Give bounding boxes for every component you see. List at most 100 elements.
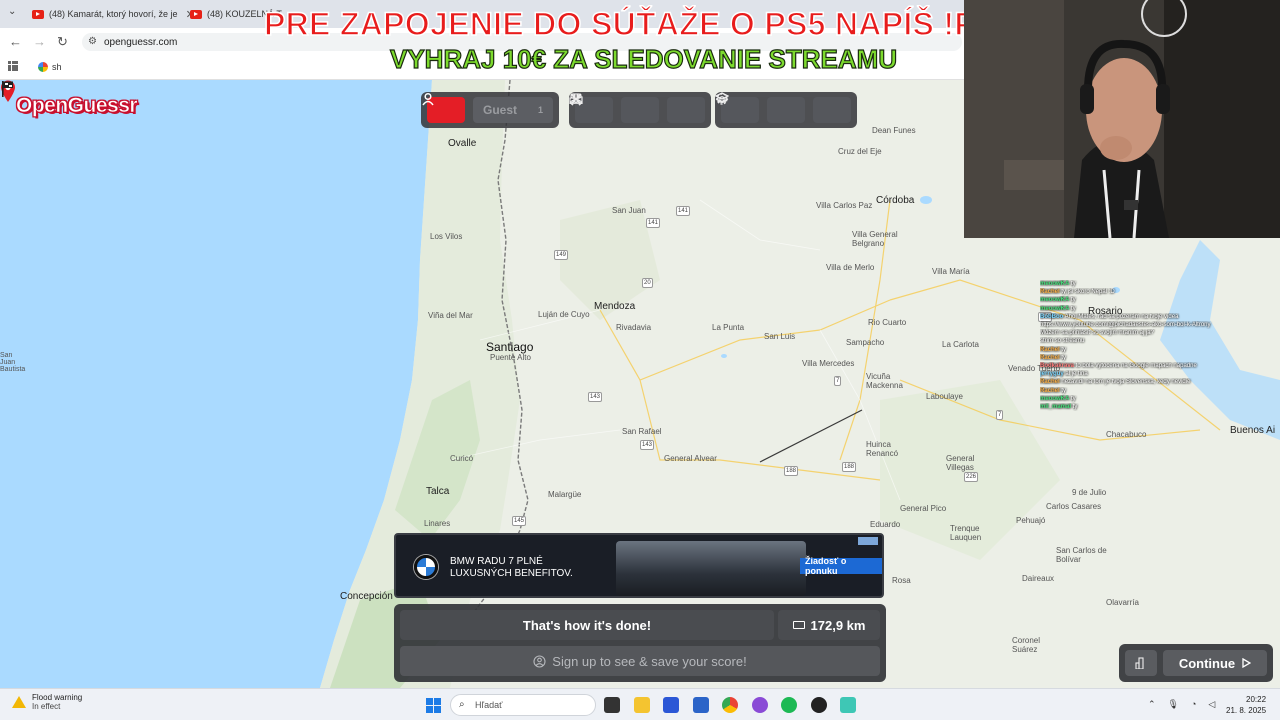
taskbar-search[interactable]: ⌕ Hľadať [450, 694, 596, 716]
spotify-icon[interactable] [781, 697, 797, 713]
chat-user: Rachel [1040, 387, 1060, 394]
weather-widget[interactable]: Flood warning In effect [12, 693, 82, 711]
route-shield: 143 [588, 392, 603, 402]
stream-overlay-subtitle: VYHRAJ 10€ ZA SLEDOVANIE STREAMU [389, 43, 898, 74]
chat-text: ty jsi skoro Nepál :D [1061, 289, 1115, 296]
settings-toolbar [715, 92, 857, 128]
chat-user: Bodkakrava [1040, 363, 1075, 370]
clock[interactable]: 20:22 21. 8. 2025 [1226, 694, 1266, 716]
windows-start-icon[interactable] [426, 698, 441, 713]
map-label: Daireaux [1022, 574, 1055, 583]
ad-banner[interactable]: BMW RADU 7 PLNÉ LUXUSNÝCH BENEFITOV. Žia… [394, 533, 884, 598]
chrome-icon[interactable] [722, 697, 738, 713]
terminal-icon[interactable] [604, 697, 620, 713]
tab-list-icon[interactable]: ⌄ [8, 6, 16, 17]
v-app-icon[interactable] [663, 697, 679, 713]
ad-headline-line2: LUXUSNÝCH BENEFITOV. [450, 568, 573, 579]
chat-user: BobBoo [1040, 313, 1064, 320]
map-label: Curicó [450, 454, 474, 463]
wifi-icon[interactable]: ◔ [1191, 699, 1196, 710]
chat-message: meoowKA ty [1040, 280, 1276, 288]
chat-text: ty [1071, 281, 1076, 287]
chat-message: Rachel ty [1040, 346, 1276, 354]
obs-icon[interactable] [811, 697, 827, 713]
weather-subtitle: In effect [32, 702, 61, 711]
result-message: That's how it's done! [400, 610, 774, 640]
forward-icon[interactable]: → [33, 34, 46, 49]
signup-button[interactable]: Sign up to see & save your score! [400, 646, 880, 676]
map-label: Rosa [892, 576, 911, 585]
back-icon[interactable]: ← [9, 34, 22, 49]
browser-tab[interactable]: (48) Kamarát, ktorý hovorí, že je ✕ [32, 4, 195, 24]
map-label: Viña del Mar [428, 311, 473, 320]
system-tray: ⌃ 🎙 ◔ ◁ [1148, 699, 1215, 710]
url-text: openguessr.com [104, 36, 178, 48]
ad-choices-icon[interactable] [858, 537, 878, 545]
route-shield: 7 [996, 410, 1004, 420]
file-explorer-icon[interactable] [634, 697, 650, 713]
user-icon[interactable] [422, 92, 465, 123]
chat-message: Rachel ty [1040, 354, 1276, 362]
volume-icon[interactable]: ◁ [1208, 699, 1215, 710]
map-label: San Rafael [622, 427, 662, 436]
map-label: Puente Alto [490, 353, 531, 362]
chat-text: ty [1061, 354, 1067, 361]
map-label: Olavarría [1106, 598, 1139, 607]
map-label: Villa General Belgrano [852, 230, 898, 248]
map-label: General Alvear [664, 454, 717, 463]
party-icon[interactable] [569, 93, 659, 123]
route-shield: 188 [842, 462, 857, 472]
stream-overlay-title: PRE ZAPOJENIE DO SÚŤAŽE O PS5 NAPÍŠ !PS5 [263, 5, 1016, 43]
openguessr-logo[interactable]: OpenGuessr [16, 94, 138, 118]
route-shield: 20 [642, 278, 653, 288]
chat-text: al je tina [1065, 371, 1088, 378]
answer-flag-icon [2, 81, 13, 97]
chat-text: Ahoj Mates, rád sa pozerám na tvoje vide… [1064, 313, 1179, 320]
word-icon[interactable] [693, 697, 709, 713]
map-label: San Carlos de Bolívar [1056, 546, 1107, 564]
map-label: Pehuajó [1016, 516, 1046, 525]
continue-button[interactable]: Continue [1163, 650, 1267, 676]
signup-label: Sign up to see & save your score! [552, 653, 747, 669]
headphones-app-icon[interactable] [752, 697, 768, 713]
distance-display: 172,9 km [778, 610, 880, 640]
ad-cta-button[interactable]: Žiadosť o ponuku [800, 556, 882, 576]
chat-message: mil_mamal ty [1040, 403, 1276, 411]
apps-grid-icon[interactable] [8, 61, 18, 71]
chat-message: Rachel nezavidí na tom je tvoja Slovensk… [1040, 378, 1276, 386]
map-label: Coronel Suárez [1012, 636, 1041, 654]
chat-text: ty [1071, 297, 1076, 304]
chat-text: ty [1071, 305, 1076, 312]
screen: ⌄ (48) Kamarát, ktorý hovorí, že je ✕ (4… [0, 0, 1280, 720]
chat-message: meoowKA ty [1040, 296, 1276, 304]
settings-gear-icon[interactable] [716, 93, 851, 123]
education-icon[interactable] [715, 92, 805, 123]
reload-icon[interactable]: ↻ [57, 34, 68, 50]
guest-name: Guest [483, 103, 518, 117]
notepad-icon[interactable] [840, 697, 856, 713]
route-shield: 188 [784, 466, 799, 476]
guest-badge[interactable]: Guest 1 [473, 97, 553, 123]
chat-user: Rachel [1040, 379, 1060, 386]
microphone-icon[interactable]: 🎙 [1168, 699, 1179, 710]
map-label: Mendoza [594, 301, 636, 312]
site-settings-icon[interactable]: ⚙ [88, 36, 97, 47]
chevron-up-icon[interactable]: ⌃ [1148, 699, 1156, 710]
guest-level: 1 [537, 105, 543, 115]
user-circle-icon [533, 654, 546, 668]
map-label: Luján de Cuyo [538, 310, 590, 319]
map-label: La Punta [712, 323, 745, 332]
battle-icon[interactable] [569, 93, 705, 123]
map-label: Rio Cuarto [868, 318, 907, 327]
map-label: Villa de Merlo [826, 263, 875, 272]
youtube-icon [32, 9, 44, 19]
search-icon: ⌕ [459, 699, 465, 710]
bookmark-item[interactable]: sh [38, 62, 62, 72]
map-label: San Juan [612, 206, 646, 215]
podium-small-icon[interactable] [1125, 650, 1157, 676]
map-label: Chacabuco [1106, 430, 1147, 439]
map-label: General Pico [900, 504, 947, 513]
map-label: Trenque Lauquen [950, 524, 982, 542]
chat-text: Môžem sa prihlásiť so svojím hraním aj j… [1040, 330, 1154, 337]
map-label: Santiago [486, 340, 534, 354]
